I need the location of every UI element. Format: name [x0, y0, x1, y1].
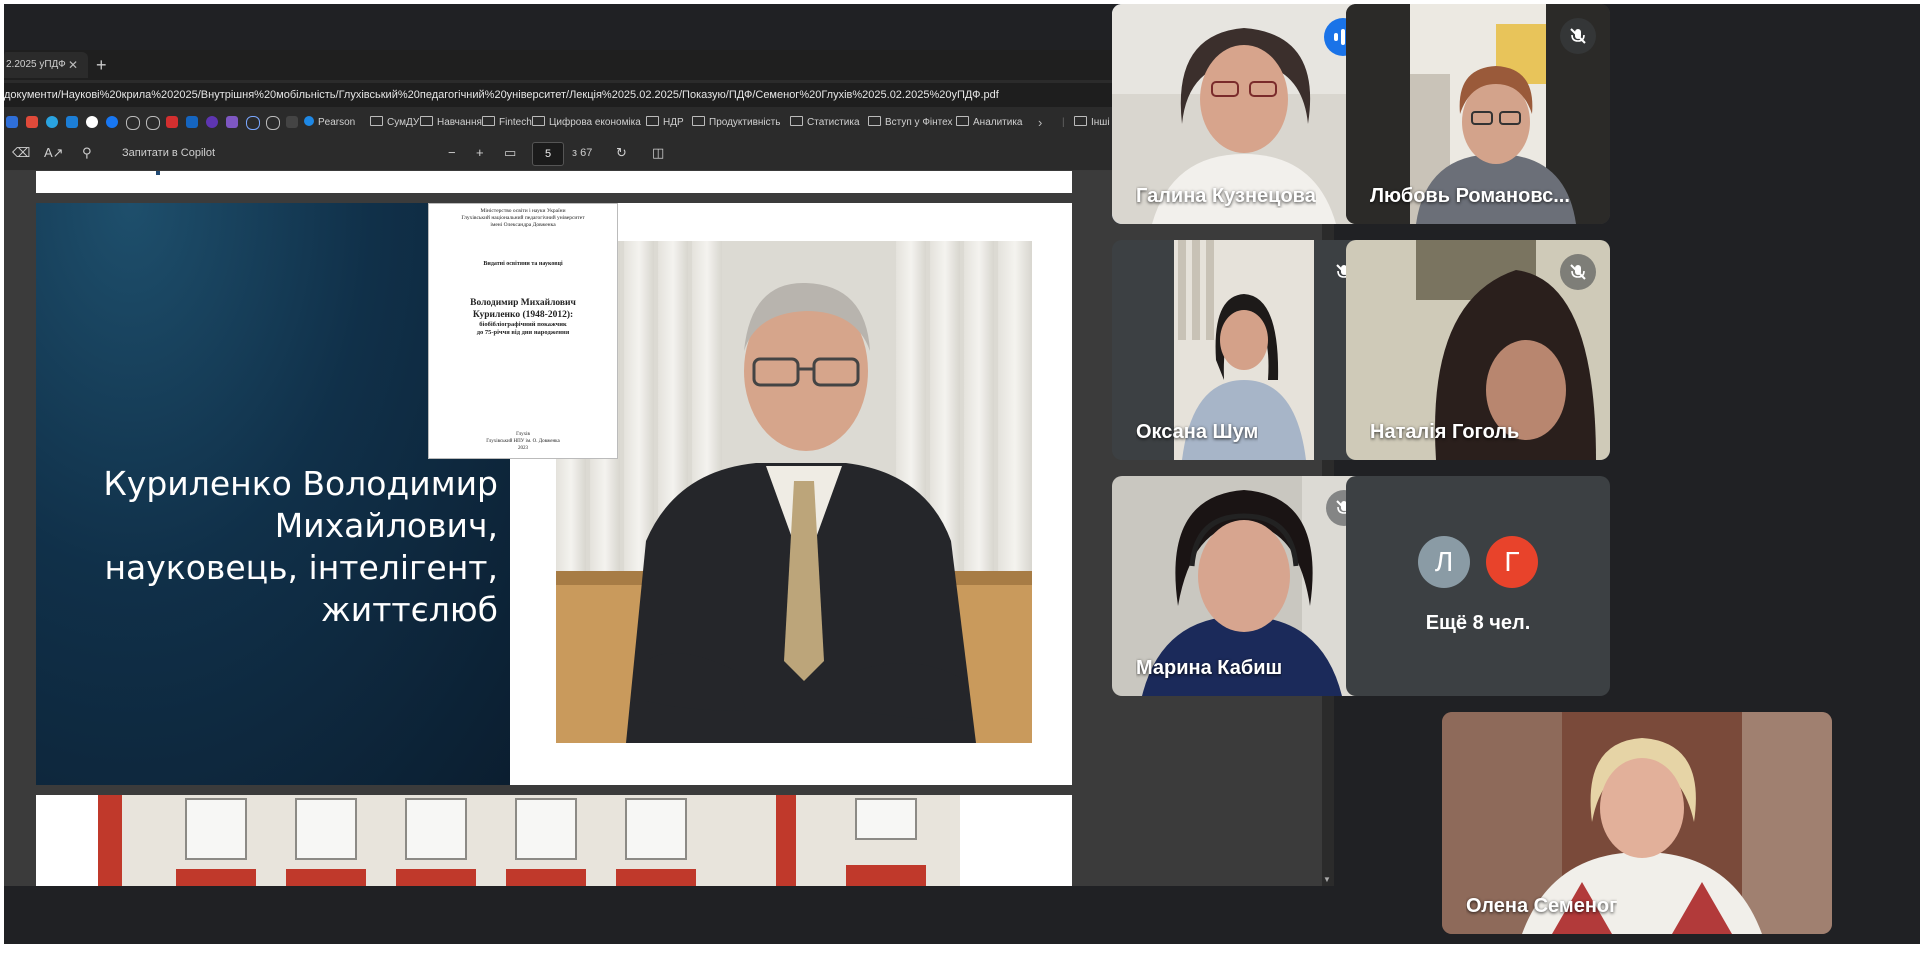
book-header: Міністерство освіти і науки України Глух…: [461, 208, 585, 228]
more-participants-label: Ещё 8 чел.: [1425, 612, 1531, 634]
pdf-page-next: [36, 795, 1072, 886]
mic-muted-icon: [1560, 18, 1596, 54]
mic-muted-icon: [1560, 254, 1596, 290]
bookmark-favicon-icon[interactable]: [186, 116, 198, 128]
bookmark-favicon-icon[interactable]: [286, 116, 298, 128]
participant-name: Марина Кабиш: [1136, 657, 1283, 679]
participant-name: Галина Кузнецова: [1136, 185, 1316, 207]
book-series: Видатні освітяни та науковці: [483, 261, 563, 267]
avatar: Л: [1418, 536, 1470, 588]
portrait-photo: [556, 241, 1032, 743]
book-imprint: Глухів Глухівський НПУ ім. О. Довженка 2…: [486, 432, 560, 451]
page-view-icon[interactable]: ◫: [652, 136, 664, 170]
folder-icon: [692, 116, 705, 126]
folder-icon: [482, 116, 495, 126]
book-cover: Міністерство освіти і науки України Глух…: [428, 203, 618, 459]
pdf-page-previous: [36, 171, 1072, 193]
telegram-icon[interactable]: [46, 116, 58, 128]
slide-title: Куриленко Володимир Михайлович, науковец…: [103, 464, 498, 629]
new-tab-icon[interactable]: +: [96, 52, 107, 78]
folder-icon: [868, 116, 881, 126]
tab-title: 2.2025 yПДФ: [6, 59, 66, 70]
pdf-page-current: Куриленко Володимир Михайлович, науковец…: [36, 203, 1072, 785]
participant-tile[interactable]: Наталія Гоголь: [1346, 240, 1610, 460]
bookmark-folder[interactable]: Статистика: [790, 110, 860, 136]
zoom-in-icon[interactable]: +: [476, 136, 484, 170]
zoom-out-icon[interactable]: −: [448, 136, 456, 170]
bookmark-favicon-icon[interactable]: [206, 116, 218, 128]
building-photo: [98, 795, 960, 886]
bookmark-favicon-icon[interactable]: [26, 116, 38, 128]
facebook-icon[interactable]: [106, 116, 118, 128]
bookmark-favicon-icon[interactable]: [66, 116, 78, 128]
url-text: документи/Наукові%20крила%202025/Внутріш…: [4, 89, 999, 101]
avatar: Г: [1486, 536, 1538, 588]
bookmark-folder[interactable]: НДР: [646, 110, 684, 136]
bookmark-pearson[interactable]: Pearson: [304, 110, 355, 136]
read-aloud-icon[interactable]: A↗: [44, 136, 64, 170]
bookmark-favicon-icon[interactable]: [6, 116, 18, 128]
ask-copilot-button[interactable]: Запитати в Copilot: [122, 136, 215, 170]
bookmarks-divider: |: [1062, 117, 1065, 128]
portrait-illustration: [556, 241, 1032, 743]
screen: 2.2025 yПДФ ✕ + ─ ▫ ✕ документи/Наукові%…: [4, 4, 1920, 944]
immersive-reader-icon[interactable]: ⚲: [82, 136, 92, 170]
folder-icon: [790, 116, 803, 126]
rotate-icon[interactable]: ↻: [616, 136, 627, 170]
folder-icon: [370, 116, 383, 126]
link-icon[interactable]: [246, 116, 260, 130]
bookmark-folder[interactable]: Навчання: [420, 110, 482, 136]
bookmark-folder[interactable]: Вступ у Фінтех: [868, 110, 953, 136]
book-subtitle: біобібліографічний покажчик до 75-річчя …: [476, 321, 570, 336]
bookmark-folder[interactable]: СумДУ: [370, 110, 419, 136]
bookmark-folder[interactable]: Цифрова економіка: [532, 110, 641, 136]
fit-page-icon[interactable]: ▭: [504, 136, 516, 170]
folder-icon: [532, 116, 545, 126]
pearson-icon: [304, 116, 314, 126]
participant-tile[interactable]: Марина Кабиш: [1112, 476, 1376, 696]
participant-name: Наталія Гоголь: [1370, 421, 1520, 443]
participant-tile[interactable]: Галина Кузнецова: [1112, 4, 1376, 224]
bookmark-folder[interactable]: Аналитика: [956, 110, 1023, 136]
page-mark: [156, 171, 160, 175]
folder-icon: [420, 116, 433, 126]
bookmark-folder[interactable]: Fintech: [482, 110, 532, 136]
address-bar[interactable]: документи/Наукові%20крила%202025/Внутріш…: [4, 83, 1222, 107]
folder-icon: [646, 116, 659, 126]
tab-close-icon[interactable]: ✕: [68, 52, 78, 78]
page-total: з 67: [572, 147, 593, 159]
bookmark-folder[interactable]: Продуктивність: [692, 110, 780, 136]
globe-icon[interactable]: [266, 116, 280, 130]
participant-tile[interactable]: Любовь Романовс...: [1346, 4, 1610, 224]
participant-tile[interactable]: Олена Семеног: [1442, 712, 1832, 934]
pdf-icon[interactable]: [166, 116, 178, 128]
eraser-icon[interactable]: ⌫: [12, 136, 30, 170]
participant-name: Оксана Шум: [1136, 421, 1259, 443]
participant-name: Любовь Романовс...: [1370, 185, 1570, 207]
globe-icon[interactable]: [146, 116, 160, 130]
book-title: Володимир Михайлович Куриленко (1948-201…: [470, 298, 576, 320]
globe-icon[interactable]: [126, 116, 140, 130]
more-participants-tile[interactable]: Л Г Ещё 8 чел.: [1346, 476, 1610, 696]
bookmark-favicon-icon[interactable]: [86, 116, 98, 128]
participant-tile[interactable]: Оксана Шум: [1112, 240, 1376, 460]
bookmark-favicon-icon[interactable]: [226, 116, 238, 128]
browser-tab[interactable]: 2.2025 yПДФ ✕: [4, 52, 88, 78]
page-number-input[interactable]: 5: [532, 142, 564, 166]
bookmarks-overflow-chevron-icon[interactable]: ›: [1038, 110, 1042, 136]
participant-name: Олена Семеног: [1466, 895, 1618, 917]
folder-icon: [1074, 116, 1087, 126]
folder-icon: [956, 116, 969, 126]
scroll-down-icon[interactable]: ▼: [1323, 875, 1331, 884]
